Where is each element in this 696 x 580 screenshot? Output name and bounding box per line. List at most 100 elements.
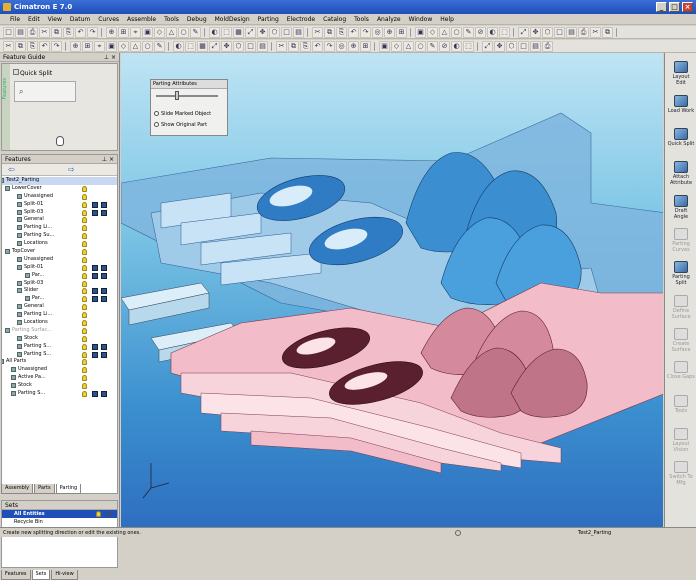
bottom-tab[interactable]: Hi-view <box>51 570 78 580</box>
visibility-bulb-icon[interactable] <box>82 209 87 216</box>
toolbar-button-icon[interactable]: △ <box>439 26 450 38</box>
tree-node[interactable]: Parting Li... <box>2 224 117 232</box>
toolbar-button-icon[interactable]: □ <box>245 40 256 52</box>
tree-node[interactable]: Locations <box>2 319 117 327</box>
toolbar-button-icon[interactable]: ↶ <box>348 26 359 38</box>
color-swatch-icon[interactable] <box>92 272 98 279</box>
tree-node[interactable]: General <box>2 303 117 311</box>
toolbar-button-icon[interactable]: ✎ <box>154 40 165 52</box>
visibility-bulb-icon[interactable] <box>82 320 87 327</box>
toolbar-button-icon[interactable]: ⬚ <box>463 40 474 52</box>
tree-node[interactable]: Par... <box>2 272 117 280</box>
visibility-bulb-icon[interactable] <box>82 359 87 366</box>
maximize-button[interactable]: □ <box>669 2 680 12</box>
toolbar-button-icon[interactable]: ▣ <box>142 26 153 38</box>
visibility-bulb-icon[interactable] <box>82 375 87 382</box>
feature-guide-vertical-tab[interactable]: Features <box>2 64 10 150</box>
toolbar-button-icon[interactable]: ⌖ <box>94 40 105 52</box>
color-swatch-icon[interactable] <box>92 343 98 350</box>
right-tool-button[interactable]: Tools <box>667 395 695 414</box>
toolbar-button-icon[interactable]: ✥ <box>257 26 268 38</box>
right-tool-button[interactable]: Quick Split <box>667 128 695 147</box>
menu-item[interactable]: Help <box>436 14 458 24</box>
set-item[interactable]: Recycle Bin <box>2 518 117 526</box>
tree-node[interactable]: Split-03 <box>2 209 117 217</box>
set-item[interactable]: All Entities <box>2 510 117 518</box>
menu-item[interactable]: Datum <box>66 14 94 24</box>
menu-item[interactable]: View <box>44 14 66 24</box>
toolbar-button-icon[interactable]: ⎙ <box>542 40 553 52</box>
color-swatch-icon[interactable] <box>101 209 107 216</box>
close-icon[interactable]: × <box>109 155 114 164</box>
toolbar-button-icon[interactable]: ▣ <box>106 40 117 52</box>
minimize-button[interactable]: _ <box>656 2 667 12</box>
toolbar-button-icon[interactable]: ✂ <box>3 40 14 52</box>
visibility-bulb-icon[interactable] <box>82 327 87 334</box>
tree-node[interactable]: LowerCover <box>2 185 117 193</box>
toolbar-button-icon[interactable]: ⊕ <box>348 40 359 52</box>
toolbar-button-icon[interactable]: ↶ <box>75 26 86 38</box>
tree-node[interactable]: Unassigned <box>2 256 117 264</box>
toolbar-button-icon[interactable]: □ <box>281 26 292 38</box>
visibility-bulb-icon[interactable] <box>82 249 87 256</box>
bottom-tab[interactable]: Sets <box>31 570 51 580</box>
toolbar-button-icon[interactable]: ↶ <box>312 40 323 52</box>
tree-node[interactable]: All Parts <box>2 358 117 366</box>
toolbar-button-icon[interactable]: ⎘ <box>27 40 38 52</box>
toolbar-button-icon[interactable]: ⤢ <box>245 26 256 38</box>
visibility-bulb-icon[interactable] <box>82 391 87 398</box>
menu-item[interactable]: Analyze <box>373 14 405 24</box>
toolbar-button-icon[interactable]: ⊞ <box>396 26 407 38</box>
slide-marked-object-option[interactable]: Slide Marked Object <box>154 111 211 118</box>
toolbar-button-icon[interactable]: ↷ <box>360 26 371 38</box>
tree-node[interactable]: Parting S... <box>2 351 117 359</box>
toolbar-button-icon[interactable]: ⧉ <box>51 26 62 38</box>
visibility-bulb-icon[interactable] <box>82 296 87 303</box>
pin-icon[interactable]: ⊥ <box>104 53 109 62</box>
right-tool-button[interactable]: Create Surface <box>667 328 695 353</box>
visibility-bulb-icon[interactable] <box>82 335 87 342</box>
toolbar-button-icon[interactable]: ⧉ <box>602 26 613 38</box>
right-tool-button[interactable]: Layout Vision <box>667 428 695 453</box>
visibility-bulb-icon[interactable] <box>82 256 87 263</box>
toolbar-button-icon[interactable]: ✥ <box>221 40 232 52</box>
toolbar-button-icon[interactable]: ⤢ <box>518 26 529 38</box>
tree-node[interactable]: Unassigned <box>2 193 117 201</box>
bulb-icon[interactable] <box>96 511 101 517</box>
visibility-bulb-icon[interactable] <box>82 272 87 279</box>
toolbar-button-icon[interactable]: ⊘ <box>475 26 486 38</box>
toolbar-button-icon[interactable]: ⧉ <box>15 40 26 52</box>
right-tool-button[interactable]: Parting Curves <box>667 228 695 253</box>
visibility-bulb-icon[interactable] <box>82 280 87 287</box>
toolbar-button-icon[interactable]: ▤ <box>530 40 541 52</box>
toolbar-button-icon[interactable]: ✂ <box>590 26 601 38</box>
toolbar-button-icon[interactable]: ⎘ <box>300 40 311 52</box>
toolbar-button-icon[interactable]: ↷ <box>324 40 335 52</box>
toolbar-button-icon[interactable]: ⊞ <box>82 40 93 52</box>
toolbar-button-icon[interactable]: ↶ <box>39 40 50 52</box>
toolbar-button-icon[interactable]: △ <box>166 26 177 38</box>
toolbar-button-icon[interactable]: ✎ <box>190 26 201 38</box>
right-tool-button[interactable]: Parting Split <box>667 261 695 286</box>
tree-node[interactable]: Parting S... <box>2 390 117 398</box>
toolbar-button-icon[interactable]: □ <box>3 26 14 38</box>
toolbar-button-icon[interactable]: ⎘ <box>336 26 347 38</box>
toolbar-button-icon[interactable]: ▤ <box>257 40 268 52</box>
right-tool-button[interactable]: Layout Edit <box>667 61 695 86</box>
menu-item[interactable]: Catalog <box>319 14 350 24</box>
toolbar-button-icon[interactable]: ⊕ <box>106 26 117 38</box>
tree-node[interactable]: Parting Su... <box>2 232 117 240</box>
toolbar-button-icon[interactable]: ○ <box>451 26 462 38</box>
color-swatch-icon[interactable] <box>92 288 98 295</box>
color-swatch-icon[interactable] <box>92 209 98 216</box>
toolbar-button-icon[interactable]: ⧉ <box>288 40 299 52</box>
visibility-bulb-icon[interactable] <box>82 304 87 311</box>
color-swatch-icon[interactable] <box>92 296 98 303</box>
menu-item[interactable]: Tools <box>350 14 373 24</box>
menu-item[interactable]: MoldDesign <box>211 14 254 24</box>
toolbar-button-icon[interactable]: ◐ <box>209 26 220 38</box>
tree-node[interactable]: Parting Surfac... <box>2 327 117 335</box>
tree-node[interactable]: TopCover <box>2 248 117 256</box>
color-swatch-icon[interactable] <box>101 272 107 279</box>
tree-node[interactable]: Stock <box>2 382 117 390</box>
